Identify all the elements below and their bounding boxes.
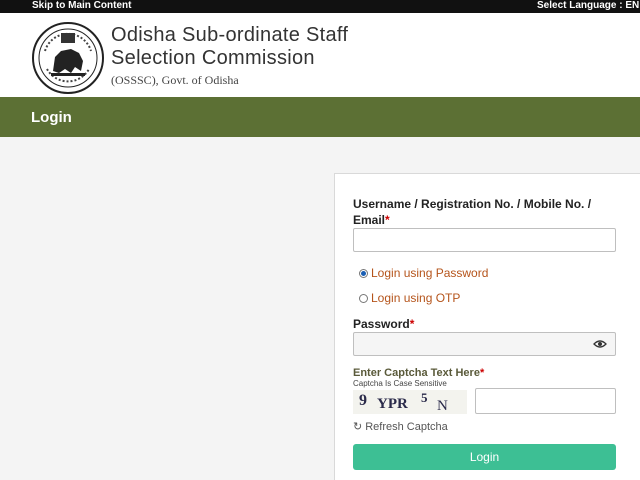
eye-icon[interactable] bbox=[593, 339, 607, 349]
captcha-char: N bbox=[437, 398, 448, 414]
page-title-bar: Login bbox=[0, 97, 640, 137]
org-name-line2: Selection Commission bbox=[111, 47, 315, 69]
required-mark: * bbox=[385, 213, 390, 227]
username-label-line2: Email* bbox=[353, 213, 390, 227]
odisha-state-emblem-icon[interactable] bbox=[31, 21, 105, 95]
login-using-password-label: Login using Password bbox=[371, 266, 489, 280]
captcha-label: Enter Captcha Text Here* bbox=[353, 367, 485, 379]
org-name-line1: Odisha Sub-ordinate Staff bbox=[111, 24, 349, 46]
refresh-captcha-label: Refresh Captcha bbox=[365, 420, 448, 433]
captcha-char: YPR bbox=[377, 396, 408, 412]
username-input[interactable] bbox=[353, 228, 616, 252]
captcha-input[interactable] bbox=[475, 388, 616, 414]
top-bar: Skip to Main Content Select Language : E… bbox=[0, 0, 640, 13]
language-selector[interactable]: Select Language : EN bbox=[537, 0, 639, 11]
org-subtitle: (OSSSC), Govt. of Odisha bbox=[111, 73, 239, 87]
password-radio[interactable] bbox=[359, 268, 368, 278]
username-label: Username / Registration No. / Mobile No.… bbox=[353, 197, 592, 211]
captcha-char: 5 bbox=[421, 390, 428, 405]
page-title: Login bbox=[31, 109, 72, 126]
password-field[interactable] bbox=[353, 332, 616, 356]
refresh-captcha-link[interactable]: ↻ Refresh Captcha bbox=[353, 420, 448, 434]
login-using-password-option[interactable]: Login using Password bbox=[359, 266, 488, 280]
login-using-otp-label: Login using OTP bbox=[371, 291, 461, 305]
site-header: Odisha Sub-ordinate Staff Selection Comm… bbox=[0, 13, 640, 97]
skip-to-main-content-link[interactable]: Skip to Main Content bbox=[32, 0, 131, 11]
refresh-icon: ↻ bbox=[353, 421, 363, 433]
captcha-image: 9 YPR 5 N bbox=[353, 390, 467, 414]
otp-radio[interactable] bbox=[359, 293, 368, 303]
password-label: Password* bbox=[353, 317, 415, 331]
login-panel: Username / Registration No. / Mobile No.… bbox=[334, 173, 640, 480]
captcha-char: 9 bbox=[359, 392, 367, 409]
captcha-note: Captcha Is Case Sensitive bbox=[353, 379, 447, 388]
login-using-otp-option[interactable]: Login using OTP bbox=[359, 291, 460, 305]
login-button[interactable]: Login bbox=[353, 444, 616, 470]
